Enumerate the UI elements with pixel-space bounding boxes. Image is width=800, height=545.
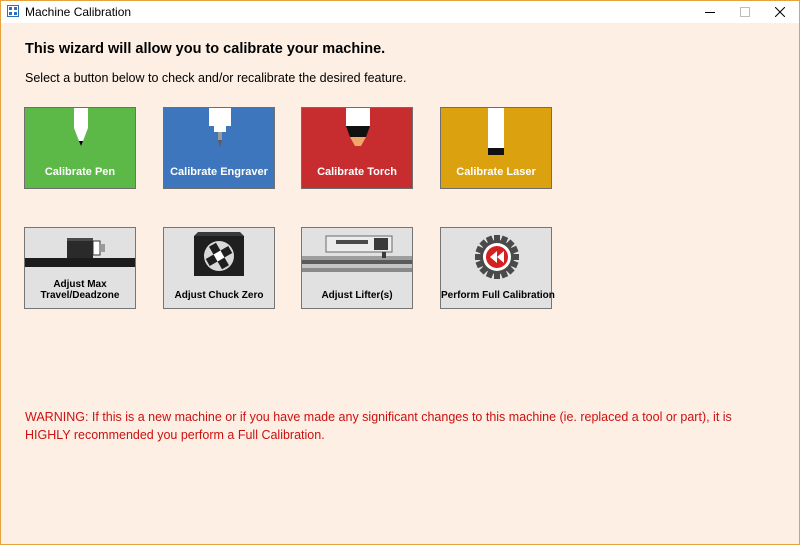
calibration-app-icon xyxy=(7,5,19,17)
chuck-icon xyxy=(194,232,244,276)
wizard-instructions: Select a button below to check and/or re… xyxy=(25,71,407,85)
rewind-gear-icon xyxy=(475,235,519,279)
calibrate-torch-button[interactable]: Calibrate Torch xyxy=(301,107,413,189)
adjust-chuck-zero-button[interactable]: Adjust Chuck Zero xyxy=(163,227,275,309)
close-button[interactable] xyxy=(765,1,795,23)
calibrate-pen-button[interactable]: Calibrate Pen xyxy=(24,107,136,189)
calibrate-engraver-button[interactable]: Calibrate Engraver xyxy=(163,107,275,189)
warning-line-2: HIGHLY recommended you perform a Full Ca… xyxy=(25,428,325,442)
minimize-icon xyxy=(705,12,715,13)
pen-tool-icon xyxy=(74,108,88,146)
warning-message: WARNING: If this is a new machine or if … xyxy=(25,408,765,444)
laser-tool-icon xyxy=(488,108,504,155)
adjust-max-travel-button[interactable]: Adjust Max Travel/Deadzone xyxy=(24,227,136,309)
maximize-icon xyxy=(740,7,750,17)
wizard-heading: This wizard will allow you to calibrate … xyxy=(25,41,386,57)
lifter-icon xyxy=(302,235,412,272)
calibrate-torch-label: Calibrate Torch xyxy=(317,166,397,178)
warning-line-1: WARNING: If this is a new machine or if … xyxy=(25,410,732,424)
adjust-lifters-button[interactable]: Adjust Lifter(s) xyxy=(301,227,413,309)
adjust-max-travel-label: Adjust Max Travel/Deadzone xyxy=(40,279,120,301)
machine-calibration-window: Machine Calibration This wizard will all… xyxy=(0,0,800,545)
max-travel-icon xyxy=(25,238,135,267)
perform-full-calibration-button[interactable]: Perform Full Calibration xyxy=(440,227,555,309)
calibrate-engraver-label: Calibrate Engraver xyxy=(170,166,268,178)
adjust-lifters-label: Adjust Lifter(s) xyxy=(321,290,393,301)
minimize-button[interactable] xyxy=(695,1,725,23)
title-bar[interactable]: Machine Calibration xyxy=(1,1,799,23)
close-icon xyxy=(775,7,785,17)
calibrate-pen-label: Calibrate Pen xyxy=(44,166,116,178)
calibrate-laser-button[interactable]: Calibrate Laser xyxy=(440,107,552,189)
engraver-tool-icon xyxy=(209,108,231,147)
perform-full-calibration-label: Perform Full Calibration xyxy=(441,290,555,301)
torch-tool-icon xyxy=(346,108,370,146)
maximize-button[interactable] xyxy=(730,1,760,23)
adjust-chuck-zero-label: Adjust Chuck Zero xyxy=(174,290,264,301)
calibrate-laser-label: Calibrate Laser xyxy=(456,166,536,178)
window-title: Machine Calibration xyxy=(25,5,132,19)
